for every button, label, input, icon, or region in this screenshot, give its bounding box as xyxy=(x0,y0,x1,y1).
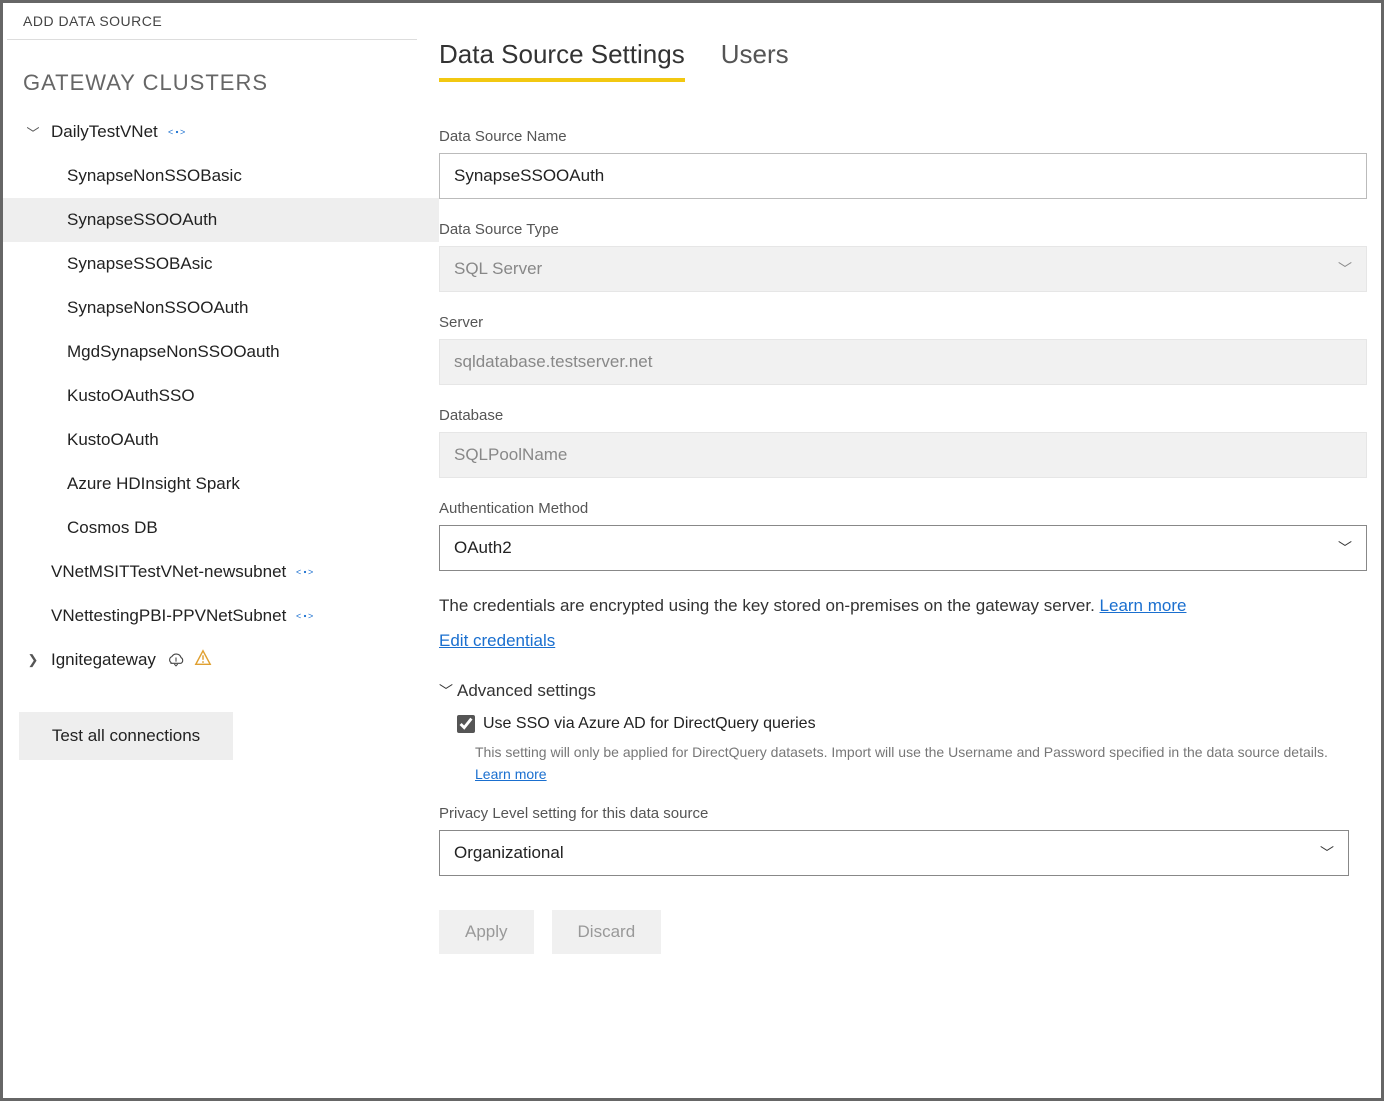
advanced-settings-toggle[interactable]: ﹀ Advanced settings xyxy=(439,681,1367,701)
data-source-item[interactable]: SynapseNonSSOBasic xyxy=(3,154,439,198)
sso-checkbox-row[interactable]: Use SSO via Azure AD for DirectQuery que… xyxy=(457,715,1367,733)
warning-icon xyxy=(186,649,212,672)
chevron-down-icon: ﹀ xyxy=(1338,259,1352,279)
data-source-item[interactable]: MgdSynapseNonSSOOauth xyxy=(3,330,439,374)
sidebar: ADD DATA SOURCE GATEWAY CLUSTERS ﹀ DailyT… xyxy=(3,3,439,1098)
edit-credentials-link[interactable]: Edit credentials xyxy=(439,631,555,651)
server-input-readonly: sqldatabase.testserver.net xyxy=(439,339,1367,385)
svg-text:<: < xyxy=(296,611,301,621)
database-value: SQLPoolName xyxy=(454,445,567,465)
database-label: Database xyxy=(439,407,1367,424)
data-source-type-select: SQL Server ﹀ xyxy=(439,246,1367,292)
cluster-label: DailyTestVNet xyxy=(51,122,158,142)
data-source-item[interactable]: SynapseSSOOAuth xyxy=(3,198,439,242)
svg-text:>: > xyxy=(180,127,185,137)
tab-data-source-settings[interactable]: Data Source Settings xyxy=(439,39,685,82)
learn-more-link[interactable]: Learn more xyxy=(1100,596,1187,615)
sso-learn-more-link[interactable]: Learn more xyxy=(475,766,547,782)
chevron-down-icon: ﹀ xyxy=(439,681,453,701)
cluster-label: Ignitegateway xyxy=(51,650,156,670)
main-panel: Data Source Settings Users Data Source N… xyxy=(439,3,1381,1098)
add-data-source-link[interactable]: ADD DATA SOURCE xyxy=(7,9,417,40)
svg-text:>: > xyxy=(308,611,313,621)
data-source-item[interactable]: KustoOAuthSSO xyxy=(3,374,439,418)
server-label: Server xyxy=(439,314,1367,331)
vnet-icon: <> xyxy=(296,565,314,579)
privacy-level-label: Privacy Level setting for this data sour… xyxy=(439,805,1367,822)
gateway-clusters-heading: GATEWAY CLUSTERS xyxy=(3,40,439,106)
vnet-icon: <> xyxy=(168,125,186,139)
cloud-icon xyxy=(166,652,186,668)
chevron-right-icon[interactable]: ❯ xyxy=(23,652,43,668)
data-source-item[interactable]: KustoOAuth xyxy=(3,418,439,462)
data-source-type-label: Data Source Type xyxy=(439,221,1367,238)
data-source-type-value: SQL Server xyxy=(454,259,542,279)
apply-button[interactable]: Apply xyxy=(439,910,534,954)
data-source-item[interactable]: Azure HDInsight Spark xyxy=(3,462,439,506)
svg-text:<: < xyxy=(296,567,301,577)
discard-button[interactable]: Discard xyxy=(552,910,662,954)
sso-description: This setting will only be applied for Di… xyxy=(457,741,1367,786)
gateway-tree: ﹀DailyTestVNet<>SynapseNonSSOBasicSynaps… xyxy=(3,106,439,682)
auth-method-label: Authentication Method xyxy=(439,500,1367,517)
advanced-settings-body: Use SSO via Azure AD for DirectQuery que… xyxy=(439,715,1367,955)
database-input-readonly: SQLPoolName xyxy=(439,432,1367,478)
svg-text:<: < xyxy=(168,127,173,137)
cluster-row[interactable]: VNettestingPBI-PPVNetSubnet<> xyxy=(3,594,439,638)
vnet-icon: <> xyxy=(296,609,314,623)
credentials-note: The credentials are encrypted using the … xyxy=(439,593,1367,619)
chevron-down-icon[interactable]: ﹀ xyxy=(23,123,43,142)
data-source-form: Data Source Name Data Source Type SQL Se… xyxy=(439,82,1381,954)
auth-method-select[interactable]: OAuth2 ﹀ xyxy=(439,525,1367,571)
data-source-name-label: Data Source Name xyxy=(439,128,1367,145)
sso-checkbox[interactable] xyxy=(457,715,475,733)
advanced-settings-label: Advanced settings xyxy=(457,681,596,701)
data-source-name-input[interactable] xyxy=(439,153,1367,199)
test-all-connections-button[interactable]: Test all connections xyxy=(19,712,233,760)
cluster-label: VNetMSITTestVNet-newsubnet xyxy=(51,562,286,582)
data-source-item[interactable]: Cosmos DB xyxy=(3,506,439,550)
data-source-item[interactable]: SynapseSSOBAsic xyxy=(3,242,439,286)
chevron-down-icon: ﹀ xyxy=(1320,843,1334,863)
server-value: sqldatabase.testserver.net xyxy=(454,352,652,372)
privacy-level-select[interactable]: Organizational ﹀ xyxy=(439,830,1349,876)
chevron-down-icon: ﹀ xyxy=(1338,538,1352,558)
tab-users[interactable]: Users xyxy=(721,39,789,82)
cluster-row[interactable]: VNetMSITTestVNet-newsubnet<> xyxy=(3,550,439,594)
cluster-label: VNettestingPBI-PPVNetSubnet xyxy=(51,606,286,626)
svg-text:>: > xyxy=(308,567,313,577)
data-source-item[interactable]: SynapseNonSSOOAuth xyxy=(3,286,439,330)
cluster-row[interactable]: ❯ Ignitegateway xyxy=(3,638,439,682)
privacy-level-value: Organizational xyxy=(454,843,564,863)
tab-bar: Data Source Settings Users xyxy=(439,39,1381,82)
sso-checkbox-label: Use SSO via Azure AD for DirectQuery que… xyxy=(483,715,816,733)
cluster-row[interactable]: ﹀DailyTestVNet<> xyxy=(3,110,439,154)
auth-method-value: OAuth2 xyxy=(454,538,512,558)
